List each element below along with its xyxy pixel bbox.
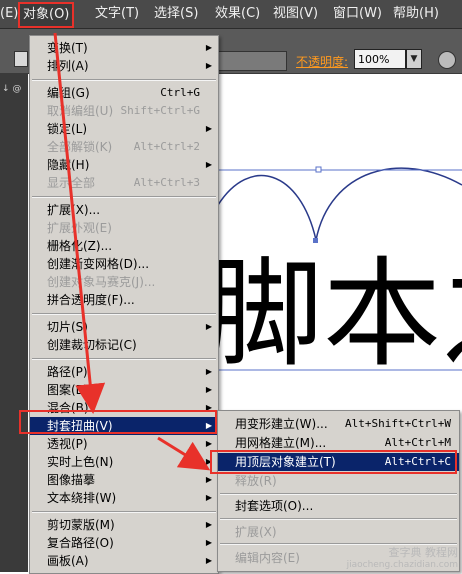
menu-item-lock[interactable]: 锁定(L) ▶ [30, 120, 218, 138]
menu-item-expand[interactable]: 扩展(X)... [30, 201, 218, 219]
menu-item-live-paint[interactable]: 实时上色(N) ▶ [30, 453, 218, 471]
menu-item-artboards[interactable]: 画板(A) ▶ [30, 552, 218, 570]
menu-item-pattern[interactable]: 图案(E) ▶ [30, 381, 218, 399]
menu-item-transform[interactable]: 变换(T) ▶ [30, 39, 218, 57]
envelope-top-path[interactable] [217, 167, 462, 241]
object-menu: 变换(T) ▶ 排列(A) ▶ 编组(G) Ctrl+G 取消编组(U) Shift+C… [29, 35, 219, 574]
menu-separator [32, 511, 216, 513]
menu-separator [32, 313, 216, 315]
menu-item-text-wrap[interactable]: 文本绕排(W) ▶ [30, 489, 218, 507]
menu-separator [32, 358, 216, 360]
submenu-arrow-icon: ▶ [205, 322, 212, 331]
menu-item-release: 释放(R) [235, 474, 277, 488]
selection-handle[interactable] [315, 166, 322, 173]
watermark: 查字典 教程网 jiaocheng.chazidian.com [346, 546, 458, 570]
menu-item-compound-path[interactable]: 复合路径(O) ▶ [30, 534, 218, 552]
submenu-arrow-icon: ▶ [205, 556, 212, 565]
menu-item-expand-appearance: 扩展外观(E) [47, 221, 112, 235]
menu-separator [220, 518, 457, 520]
menu-item-arrange[interactable]: 排列(A) ▶ [30, 57, 218, 75]
menu-item-crop-marks[interactable]: 创建裁切标记(C) [30, 336, 218, 354]
menu-separator [32, 196, 216, 198]
menu-item-flatten-transparency[interactable]: 拼合透明度(F)... [30, 291, 218, 309]
submenu-arrow-icon: ▶ [205, 43, 212, 52]
submenu-arrow-icon: ▶ [205, 520, 212, 529]
submenu-arrow-icon: ▶ [205, 61, 212, 70]
menu-item-slice[interactable]: 切片(S) ▶ [30, 318, 218, 336]
menu-item-show-all: 显示全部 Alt+Ctrl+3 [47, 176, 200, 190]
artwork-text[interactable]: 脚本之家 [205, 245, 462, 383]
menu-separator [32, 79, 216, 81]
menu-item-path[interactable]: 路径(P) ▶ [30, 363, 218, 381]
anchor-point[interactable] [313, 238, 318, 243]
annotation-box-top-object [210, 450, 457, 474]
menu-item-gradient-mesh[interactable]: 创建渐变网格(D)... [30, 255, 218, 273]
menu-item-unlock-all: 全部解锁(K) Alt+Ctrl+2 [47, 140, 200, 154]
menu-separator [220, 493, 457, 495]
submenu-arrow-icon: ▶ [205, 538, 212, 547]
menu-item-clipping-mask[interactable]: 剪切蒙版(M) ▶ [30, 516, 218, 534]
menu-item-image-trace[interactable]: 图像描摹 ▶ [30, 471, 218, 489]
menu-item-perspective[interactable]: 透视(P) ▶ [30, 435, 218, 453]
menu-item-envelope-expand: 扩展(X) [235, 525, 277, 539]
menu-item-envelope-options[interactable]: 封套选项(O)... [218, 497, 459, 515]
menu-item-rasterize[interactable]: 栅格化(Z)... [30, 237, 218, 255]
menu-item-hide[interactable]: 隐藏(H) ▶ [30, 156, 218, 174]
menu-item-make-with-warp[interactable]: 用变形建立(W)... Alt+Shift+Ctrl+W [218, 415, 459, 433]
menu-item-object-mosaic: 创建对象马赛克(J)... [47, 275, 156, 289]
menu-item-group[interactable]: 编组(G) Ctrl+G [30, 84, 218, 102]
submenu-arrow-icon: ▶ [205, 493, 212, 502]
submenu-arrow-icon: ▶ [205, 385, 212, 394]
menu-item-ungroup: 取消编组(U) Shift+Ctrl+G [47, 104, 200, 118]
submenu-arrow-icon: ▶ [205, 160, 212, 169]
submenu-arrow-icon: ▶ [205, 367, 212, 376]
submenu-arrow-icon: ▶ [205, 124, 212, 133]
annotation-box-envelope [19, 410, 217, 434]
